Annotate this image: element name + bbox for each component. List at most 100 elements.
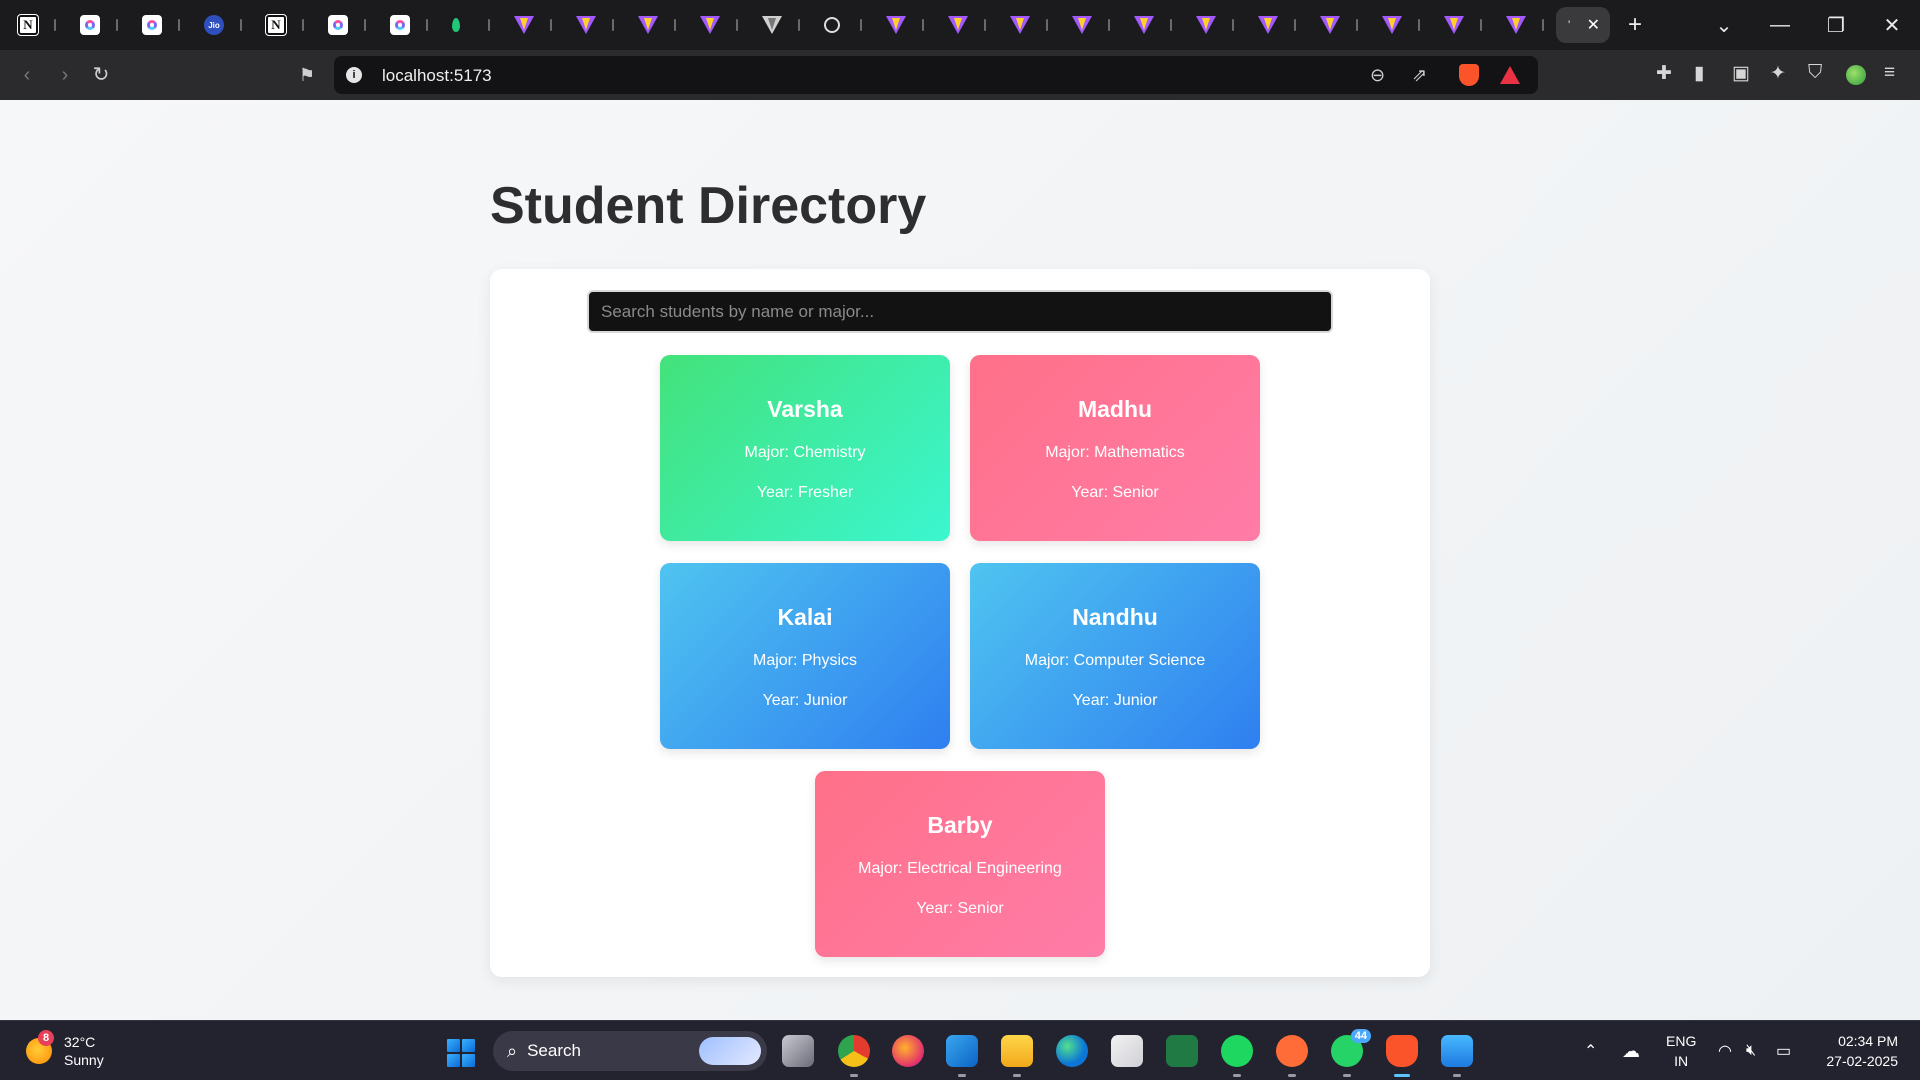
search-highlight-art — [699, 1037, 761, 1065]
task-view-icon[interactable] — [782, 1035, 814, 1067]
tab[interactable] — [1240, 0, 1302, 50]
forward-button[interactable]: › — [52, 62, 78, 88]
student-year: Year: Senior — [916, 900, 1004, 917]
reload-button[interactable]: ↻ — [88, 62, 114, 88]
battery-icon[interactable]: ▭ — [1776, 1021, 1791, 1080]
whatsapp-icon[interactable]: 44 — [1331, 1029, 1371, 1077]
language-indicator[interactable]: ENG IN — [1666, 1031, 1696, 1071]
tab[interactable] — [1302, 0, 1364, 50]
tab[interactable] — [1116, 0, 1178, 50]
new-tab-button[interactable]: + — [1628, 11, 1642, 39]
vscode-icon[interactable] — [946, 1035, 978, 1077]
brave-icon[interactable] — [1386, 1035, 1418, 1077]
tab[interactable] — [1426, 0, 1488, 50]
share-icon[interactable]: ⇗ — [1412, 65, 1427, 86]
tray-chevron-icon[interactable]: ⌃ — [1584, 1021, 1597, 1080]
vite-icon — [886, 16, 906, 34]
clickup-icon — [328, 15, 348, 35]
student-major: Major: Mathematics — [1045, 444, 1185, 461]
postman-icon[interactable] — [1276, 1035, 1308, 1077]
tab[interactable] — [806, 0, 868, 50]
tab-strip: N Jio N ' ✕ + ⌄ — ❐ ✕ — [0, 0, 1920, 50]
tab[interactable]: N — [0, 0, 62, 50]
clickup-icon — [80, 15, 100, 35]
tab[interactable] — [62, 0, 124, 50]
vite-icon — [1072, 16, 1092, 34]
onedrive-icon[interactable]: ☁ — [1622, 1021, 1640, 1080]
tab[interactable] — [558, 0, 620, 50]
notepad-icon[interactable] — [1441, 1035, 1473, 1077]
student-card[interactable]: Varsha Major: Chemistry Year: Fresher — [660, 355, 950, 541]
leo-ai-icon[interactable]: ✦ — [1770, 62, 1786, 85]
tab[interactable] — [372, 0, 434, 50]
site-info-icon[interactable]: i — [346, 67, 362, 83]
wallet-icon[interactable]: ▣ — [1732, 62, 1750, 85]
close-tab-icon[interactable]: ✕ — [1587, 15, 1600, 35]
clock[interactable]: 02:34 PM 27-02-2025 — [1826, 1031, 1898, 1071]
student-card[interactable]: Madhu Major: Mathematics Year: Senior — [970, 355, 1260, 541]
vpn-shield-icon[interactable]: ⛉ — [1808, 62, 1822, 84]
student-name: Barby — [927, 812, 993, 838]
back-button[interactable]: ‹ — [14, 62, 40, 88]
tab[interactable] — [992, 0, 1054, 50]
spotify-icon[interactable] — [1221, 1035, 1253, 1077]
tab[interactable] — [682, 0, 744, 50]
profile-avatar[interactable] — [1846, 65, 1866, 85]
search-input[interactable] — [587, 290, 1333, 333]
tab-active[interactable]: ' ✕ — [1556, 7, 1610, 43]
speaker-muted-icon[interactable]: 🔇︎ — [1746, 1021, 1756, 1080]
student-card[interactable]: Kalai Major: Physics Year: Junior — [660, 563, 950, 749]
start-button[interactable] — [447, 1039, 475, 1067]
restore-button[interactable]: ❐ — [1808, 13, 1864, 38]
edge-icon[interactable] — [1056, 1035, 1088, 1067]
chrome-icon[interactable] — [838, 1035, 870, 1077]
tab[interactable] — [930, 0, 992, 50]
clickup-icon — [142, 15, 162, 35]
tab[interactable] — [1054, 0, 1116, 50]
weather-condition: Sunny — [64, 1052, 104, 1068]
tab[interactable] — [1488, 0, 1550, 50]
clock-time: 02:34 PM — [1838, 1033, 1898, 1049]
file-explorer-icon[interactable] — [1001, 1035, 1033, 1077]
vite-icon — [1506, 16, 1526, 34]
address-bar[interactable]: i localhost:5173 ⊖ ⇗ — [334, 56, 1538, 94]
excel-icon[interactable] — [1166, 1035, 1198, 1067]
brave-shields-icon[interactable] — [1459, 64, 1479, 86]
loading-icon: ' — [1568, 18, 1571, 32]
jio-icon: Jio — [204, 15, 224, 35]
student-year: Year: Fresher — [756, 484, 854, 501]
vite-icon — [1444, 16, 1464, 34]
url-text[interactable]: localhost:5173 — [382, 66, 492, 86]
tab[interactable] — [124, 0, 186, 50]
tab[interactable] — [620, 0, 682, 50]
weather-widget[interactable]: 8 32°C Sunny — [26, 1030, 104, 1069]
tab[interactable] — [434, 0, 496, 50]
vite-icon — [1010, 16, 1030, 34]
zoom-out-icon[interactable]: ⊖ — [1370, 65, 1385, 86]
student-card[interactable]: Nandhu Major: Computer Science Year: Jun… — [970, 563, 1260, 749]
taskbar-search[interactable]: ⌕ Search — [493, 1031, 767, 1071]
firefox-icon[interactable] — [892, 1035, 924, 1067]
tab[interactable] — [868, 0, 930, 50]
leaf-icon — [452, 18, 460, 32]
close-window-button[interactable]: ✕ — [1864, 13, 1920, 38]
store-icon[interactable] — [1111, 1035, 1143, 1067]
student-name: Madhu — [1077, 396, 1153, 422]
tab[interactable] — [310, 0, 372, 50]
student-card[interactable]: Barby Major: Electrical Engineering Year… — [815, 771, 1105, 957]
brave-rewards-icon[interactable] — [1500, 66, 1520, 84]
bookmark-icon[interactable]: ⚑ — [294, 62, 320, 88]
extensions-icon[interactable]: ✚ — [1656, 62, 1672, 85]
tab[interactable]: Jio — [186, 0, 248, 50]
vite-icon — [1382, 16, 1402, 34]
wifi-icon[interactable]: ◠ — [1718, 1021, 1732, 1080]
tab[interactable] — [496, 0, 558, 50]
tab[interactable] — [1364, 0, 1426, 50]
tab[interactable]: N — [248, 0, 310, 50]
sidebar-icon[interactable]: ▮ — [1694, 62, 1704, 85]
tab[interactable] — [1178, 0, 1240, 50]
tab[interactable] — [744, 0, 806, 50]
menu-icon[interactable]: ≡ — [1884, 62, 1895, 84]
minimize-button[interactable]: — — [1752, 14, 1808, 37]
tab-search-chevron-icon[interactable]: ⌄ — [1696, 13, 1752, 38]
